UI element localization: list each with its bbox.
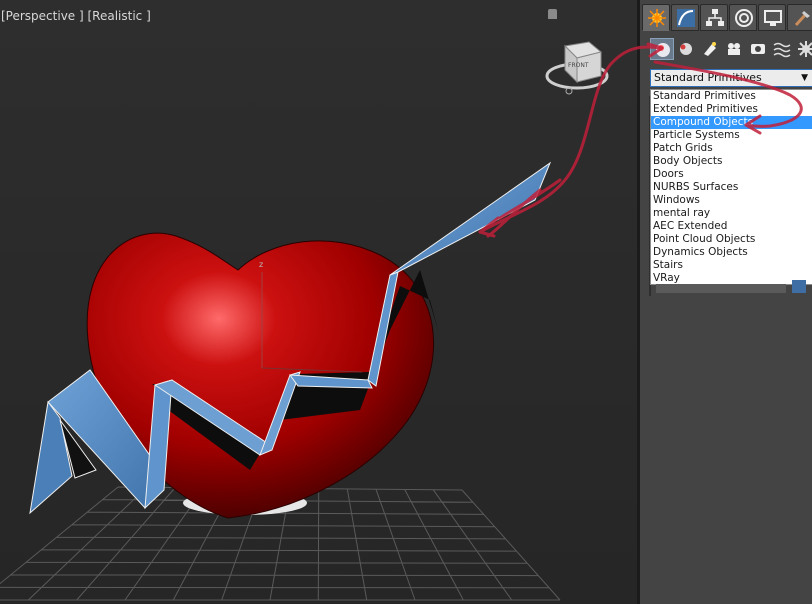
perspective-viewport[interactable]: z [Perspective ] [Realistic ] FRONT — [0, 0, 637, 604]
modify-tab-icon — [677, 9, 695, 27]
lights-button[interactable] — [698, 38, 722, 60]
systems-button[interactable] — [794, 38, 812, 60]
geometry-icon — [656, 43, 670, 57]
command-panel-tabs — [640, 4, 812, 32]
viewcube[interactable]: FRONT — [545, 36, 615, 100]
dropdown-option[interactable]: Patch Grids — [651, 142, 812, 155]
cameras-icon — [728, 43, 740, 55]
dropdown-option[interactable]: Stairs — [651, 259, 812, 272]
dropdown-option[interactable]: Dynamics Objects — [651, 246, 812, 259]
chevron-down-icon[interactable]: ▼ — [801, 70, 808, 86]
utilities-tab-icon — [794, 11, 810, 27]
display-tab[interactable] — [758, 4, 786, 31]
shapes-icon — [680, 43, 692, 55]
lights-icon — [704, 42, 716, 56]
space-warps-button[interactable] — [770, 38, 794, 60]
helpers-icon — [751, 44, 765, 54]
create-tab-icon — [648, 9, 666, 27]
shapes-button[interactable] — [674, 38, 698, 60]
category-dropdown-list[interactable]: Standard Primitives Extended Primitives … — [650, 89, 812, 285]
helpers-button[interactable] — [746, 38, 770, 60]
scene-render[interactable]: z — [0, 0, 637, 604]
hidden-rollout-field — [656, 284, 786, 293]
dropdown-option[interactable]: AEC Extended — [651, 220, 812, 233]
hierarchy-tab[interactable] — [700, 4, 728, 31]
hidden-rollout-button — [792, 280, 806, 293]
object-category-dropdown[interactable]: Standard Primitives ▼ — [650, 69, 812, 87]
create-tab[interactable] — [642, 4, 670, 31]
motion-tab-icon — [735, 9, 753, 27]
dropdown-option[interactable]: Windows — [651, 194, 812, 207]
dropdown-option[interactable]: Extended Primitives — [651, 103, 812, 116]
cameras-button[interactable] — [722, 38, 746, 60]
display-tab-icon — [764, 10, 782, 26]
dropdown-option-selected[interactable]: Compound Objects — [651, 116, 812, 129]
motion-tab[interactable] — [729, 4, 757, 31]
create-subtypes — [648, 38, 812, 62]
category-select-value: Standard Primitives — [654, 71, 762, 84]
viewport-menu-icon[interactable] — [548, 9, 557, 19]
dropdown-option[interactable]: Standard Primitives — [651, 90, 812, 103]
dropdown-option[interactable]: Point Cloud Objects — [651, 233, 812, 246]
space-warps-icon — [773, 42, 791, 58]
dropdown-option[interactable]: Particle Systems — [651, 129, 812, 142]
modify-tab[interactable] — [671, 4, 699, 31]
dropdown-option[interactable]: mental ray — [651, 207, 812, 220]
dropdown-option[interactable]: Body Objects — [651, 155, 812, 168]
geometry-button[interactable] — [650, 38, 674, 60]
dropdown-option[interactable]: NURBS Surfaces — [651, 181, 812, 194]
systems-icon — [798, 41, 812, 57]
dropdown-option[interactable]: Doors — [651, 168, 812, 181]
hierarchy-tab-icon — [706, 9, 724, 26]
viewport-label[interactable]: [Perspective ] [Realistic ] — [1, 9, 151, 23]
viewcube-face-label: FRONT — [568, 62, 589, 69]
utilities-tab[interactable] — [787, 4, 812, 31]
command-panel: Standard Primitives ▼ Standard Primitive… — [640, 0, 812, 604]
axis-z-label: z — [259, 260, 263, 269]
